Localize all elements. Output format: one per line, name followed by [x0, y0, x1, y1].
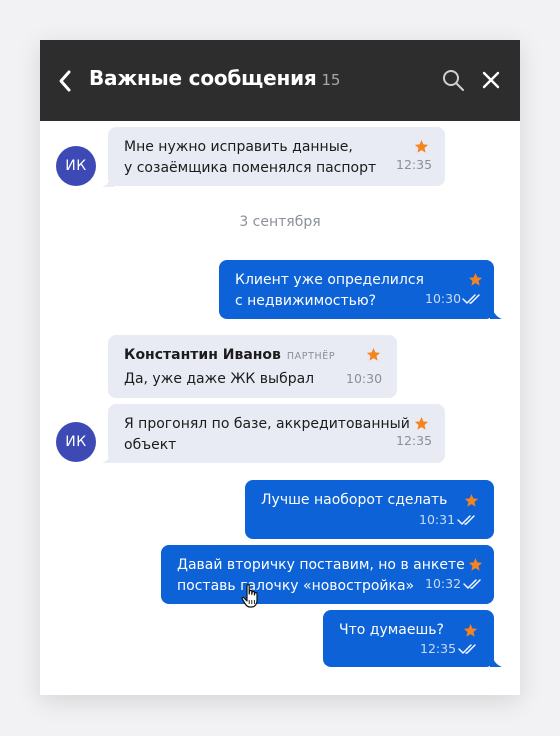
double-check-icon [463, 579, 481, 589]
avatar-initials: ИК [65, 158, 87, 174]
title-text: Важные сообщения [89, 66, 317, 90]
search-icon[interactable] [441, 68, 465, 92]
important-messages-window: Важные сообщения 15 ИК Мне нужно исправит… [40, 40, 520, 695]
message-time: 12:35 [396, 433, 433, 448]
star-icon[interactable] [414, 416, 429, 431]
star-icon[interactable] [468, 272, 483, 287]
avatar-initials: ИК [65, 434, 87, 450]
message-time: 12:35 [396, 157, 433, 172]
star-icon[interactable] [468, 557, 483, 572]
close-icon[interactable] [480, 69, 502, 91]
page-title: Важные сообщения 15 [89, 66, 340, 90]
message-text: Давай вторичку поставим, но в анкете пос… [177, 557, 465, 594]
message-count: 15 [321, 71, 341, 89]
star-icon[interactable] [414, 139, 429, 154]
message-text: Клиент уже определился с недвижимостью? [235, 272, 424, 309]
back-arrow-icon[interactable] [56, 68, 76, 94]
header-bar: Важные сообщения 15 [40, 40, 520, 121]
message-bubble[interactable]: Давай вторичку поставим, но в анкете пос… [161, 545, 494, 604]
sender-name[interactable]: Константин Иванов [124, 347, 281, 363]
message-bubble[interactable]: Мне нужно исправить данные, у созаёмщика… [108, 127, 445, 186]
message-text: Лучше наоборот сделать [261, 492, 448, 508]
bubble-tail [490, 307, 502, 319]
bubble-tail [490, 655, 502, 667]
hand-pointer-icon [241, 584, 258, 608]
message-time: 10:31 [419, 512, 456, 527]
message-bubble[interactable]: Что думаешь? 12:35 [323, 610, 494, 667]
sender-role-badge: ПАРТНЁР [286, 351, 336, 362]
date-separator: 3 сентября [239, 214, 321, 230]
star-icon[interactable] [464, 493, 479, 508]
avatar[interactable]: ИК [56, 422, 96, 462]
message-text: Что думаешь? [339, 622, 444, 638]
message-text: Я прогонял по базе, аккредитованный объе… [124, 416, 410, 453]
message-bubble[interactable]: Клиент уже определился с недвижимостью? … [219, 260, 494, 319]
message-bubble[interactable]: Константин Иванов ПАРТНЁР Да, уже даже ЖК… [108, 335, 397, 398]
message-time: 10:32 [425, 576, 462, 591]
message-text: Мне нужно исправить данные, у созаёмщика… [124, 139, 377, 176]
message-text: Константин Иванов ПАРТНЁР Да, уже даже ЖК… [124, 347, 336, 387]
double-check-icon [462, 294, 480, 304]
star-icon[interactable] [463, 623, 478, 638]
star-icon[interactable] [366, 347, 381, 362]
message-time: 12:35 [420, 641, 457, 656]
double-check-icon [458, 644, 476, 654]
message-bubble[interactable]: Я прогонял по базе, аккредитованный объе… [108, 404, 445, 463]
message-time: 10:30 [346, 371, 383, 386]
avatar[interactable]: ИК [56, 146, 96, 186]
double-check-icon [457, 515, 475, 525]
message-bubble[interactable]: Лучше наоборот сделать 10:31 [245, 480, 494, 539]
message-time: 10:30 [425, 291, 462, 306]
